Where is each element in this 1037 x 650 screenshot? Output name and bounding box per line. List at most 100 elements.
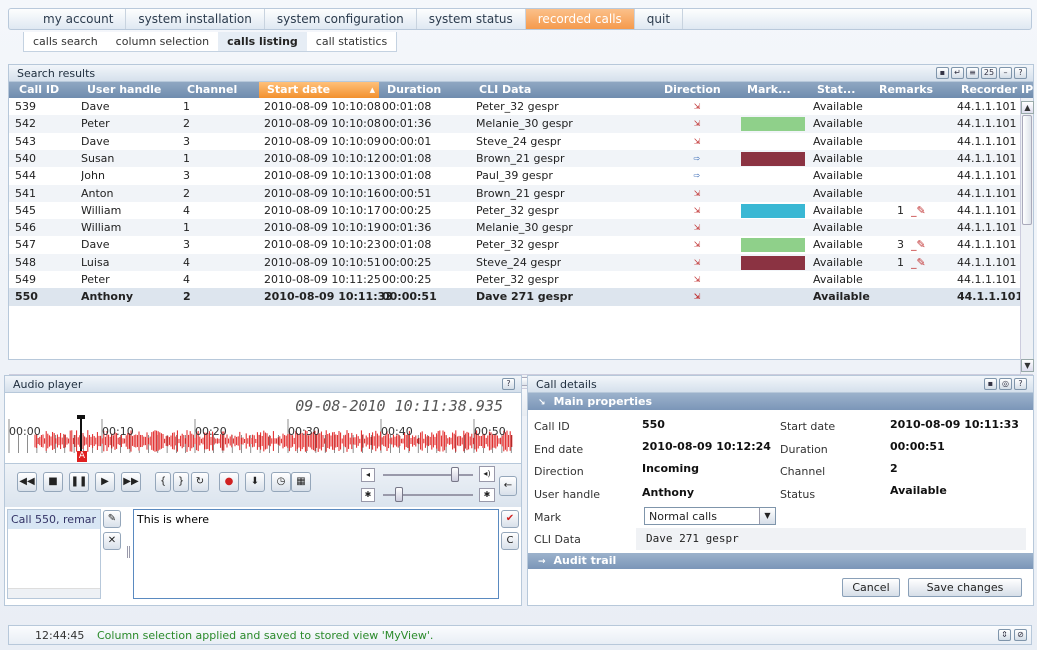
annotation-note-textarea[interactable] <box>133 509 499 599</box>
volume-up-icon[interactable]: ◂) <box>479 466 495 482</box>
nav-system-configuration[interactable]: system configuration <box>265 9 417 29</box>
cell-start-date: 2010-08-09 10:10:17 <box>264 203 381 217</box>
col-call-id[interactable]: Call ID <box>11 82 73 98</box>
nav-quit[interactable]: quit <box>635 9 684 29</box>
help-icon[interactable]: ? <box>502 378 515 390</box>
remark-pencil-icon[interactable]: _✎ <box>911 254 926 271</box>
nav-system-installation[interactable]: system installation <box>126 9 265 29</box>
help-icon[interactable]: ? <box>1014 378 1027 390</box>
table-row[interactable]: 544 John 3 2010-08-09 10:10:13 00:01:08 Paul_… <box>9 167 1022 185</box>
settings-icon[interactable]: ◎ <box>999 378 1012 390</box>
col-channel[interactable]: Channel <box>179 82 259 98</box>
back-arrow-icon[interactable]: ← <box>499 476 517 496</box>
col-status[interactable]: Stat... <box>809 82 869 98</box>
col-recorder-ip[interactable]: Recorder IP-... <box>953 82 1033 98</box>
tab-calls-listing[interactable]: calls listing <box>218 32 307 51</box>
save-icon[interactable]: ▪ <box>984 378 997 390</box>
confirm-check-icon[interactable]: ✔ <box>501 510 519 528</box>
clear-note-button[interactable]: C <box>501 532 519 550</box>
value-end-date: 2010-08-09 10:12:24 <box>642 440 771 453</box>
incoming-call-icon: ⇲ <box>693 240 701 250</box>
nav-recorded-calls[interactable]: recorded calls <box>525 9 635 29</box>
pause-button[interactable]: ❚❚ <box>69 472 89 492</box>
annotation-marker[interactable]: A <box>77 451 87 462</box>
clear-messages-icon[interactable]: ⊘ <box>1014 629 1027 641</box>
cell-duration: 00:01:36 <box>382 117 432 131</box>
cancel-button[interactable]: Cancel <box>842 578 900 597</box>
mark-select[interactable]: Normal calls ▼ <box>644 507 776 525</box>
help-icon[interactable]: ? <box>1014 67 1027 79</box>
main-properties-header[interactable]: ↘ Main properties <box>528 393 1033 410</box>
remark-pencil-icon[interactable]: _✎ <box>911 236 926 253</box>
table-row[interactable]: 548 Luisa 4 2010-08-09 10:10:51 00:00:25 Stev… <box>9 253 1022 271</box>
remark-pencil-icon[interactable]: _✎ <box>911 202 926 219</box>
save-changes-button[interactable]: Save changes <box>908 578 1022 597</box>
loop-start-button[interactable]: { <box>155 472 171 492</box>
minimize-icon[interactable]: – <box>999 67 1012 79</box>
speed-knob[interactable] <box>395 487 403 502</box>
table-row[interactable]: 545 William 4 2010-08-09 10:10:17 00:00:25 Pe… <box>9 201 1022 220</box>
table-row[interactable]: 547 Dave 3 2010-08-09 10:10:23 00:01:08 Peter… <box>9 236 1022 254</box>
col-duration[interactable]: Duration <box>379 82 469 98</box>
volume-slider[interactable] <box>383 474 473 476</box>
annotation-list-hscroll[interactable] <box>8 588 100 598</box>
save-view-icon[interactable]: ▪ <box>936 67 949 79</box>
incoming-call-icon: ⇲ <box>693 102 701 111</box>
tab-column-selection[interactable]: column selection <box>107 32 218 51</box>
annotation-list-item[interactable]: Call 550, remar <box>8 510 100 529</box>
cell-cli-data: Peter_32 gespr <box>476 273 559 286</box>
col-user-handle[interactable]: User handle <box>79 82 179 98</box>
nav-system-status[interactable]: system status <box>417 9 526 29</box>
vertical-scrollbar[interactable]: ▲ ▼ <box>1020 98 1034 374</box>
chevron-down-icon[interactable]: ▼ <box>759 508 775 524</box>
edit-pencil-icon[interactable]: ✎ <box>103 510 121 528</box>
col-cli-data[interactable]: CLI Data <box>471 82 651 98</box>
rewind-button[interactable]: ◀◀ <box>17 472 37 492</box>
volume-down-icon[interactable]: ◂ <box>361 468 375 482</box>
record-marker-button[interactable]: ● <box>219 472 239 492</box>
scroll-down-icon[interactable]: ▼ <box>1021 359 1034 372</box>
table-row[interactable]: 550 Anthony 2 2010-08-09 10:11:33 00:00:51 Da… <box>9 288 1022 306</box>
nav-my-account[interactable]: my account <box>31 9 127 29</box>
value-direction: Incoming <box>642 462 699 475</box>
col-mark[interactable]: Mark... <box>739 82 809 98</box>
scroll-messages-icon[interactable]: ⇕ <box>998 629 1011 641</box>
col-start-date[interactable]: Start date ▲ <box>259 82 379 98</box>
table-row[interactable]: 543 Dave 3 2010-08-09 10:10:09 00:00:01 Steve… <box>9 132 1022 150</box>
scroll-thumb[interactable] <box>1022 115 1032 225</box>
fast-forward-button[interactable]: ▶▶ <box>121 472 141 492</box>
download-button[interactable]: ⬇ <box>245 472 265 492</box>
clock-icon[interactable]: ◷ <box>271 472 291 492</box>
col-direction[interactable]: Direction <box>656 82 736 98</box>
stop-button[interactable]: ■ <box>43 472 63 492</box>
annotation-list[interactable]: Call 550, remar <box>7 509 101 599</box>
tab-call-statistics[interactable]: call statistics <box>307 32 396 51</box>
scroll-up-icon[interactable]: ▲ <box>1021 101 1034 114</box>
col-remarks[interactable]: Remarks <box>871 82 951 98</box>
loop-icon[interactable]: ↻ <box>191 472 209 492</box>
speed-chart-icon[interactable]: ▦ <box>291 472 311 492</box>
cell-channel: 4 <box>183 273 190 286</box>
audit-trail-header[interactable]: → Audit trail <box>528 553 1033 569</box>
splitter-handle[interactable] <box>127 546 130 558</box>
tab-calls-search[interactable]: calls search <box>24 32 107 51</box>
cell-recorder-ip: 44.1.1.101 <box>957 290 1022 304</box>
play-button[interactable]: ▶ <box>95 472 115 492</box>
table-row[interactable]: 549 Peter 4 2010-08-09 10:11:25 00:00:25 Pete… <box>9 271 1022 289</box>
value-cli-data: Dave 271 gespr <box>646 532 739 545</box>
volume-knob[interactable] <box>451 467 459 482</box>
table-row[interactable]: 541 Anton 2 2010-08-09 10:10:16 00:00:51 Brow… <box>9 184 1022 202</box>
page-size-indicator[interactable]: 25 <box>981 67 997 79</box>
cell-start-date: 2010-08-09 10:10:16 <box>264 186 381 200</box>
table-row[interactable]: 542 Peter 2 2010-08-09 10:10:08 00:01:36 Mela… <box>9 115 1022 133</box>
loop-end-button[interactable]: } <box>173 472 189 492</box>
speed-fast-icon[interactable]: ✱ <box>479 488 495 502</box>
columns-icon[interactable]: ≡ <box>966 67 979 79</box>
speed-slow-icon[interactable]: ✱ <box>361 488 375 502</box>
table-row[interactable]: 546 William 1 2010-08-09 10:10:19 00:01:36 Me… <box>9 219 1022 237</box>
waveform-display[interactable]: 09-08-2010 10:11:38.935 00:00 00:10 00:2… <box>5 393 521 463</box>
delete-annotation-icon[interactable]: ✕ <box>103 532 121 550</box>
table-row[interactable]: 540 Susan 1 2010-08-09 10:10:12 00:01:08 Brow… <box>9 149 1022 168</box>
refresh-icon[interactable]: ↵ <box>951 67 964 79</box>
table-row[interactable]: 539 Dave 1 2010-08-09 10:10:08 00:01:08 Peter… <box>9 98 1022 116</box>
